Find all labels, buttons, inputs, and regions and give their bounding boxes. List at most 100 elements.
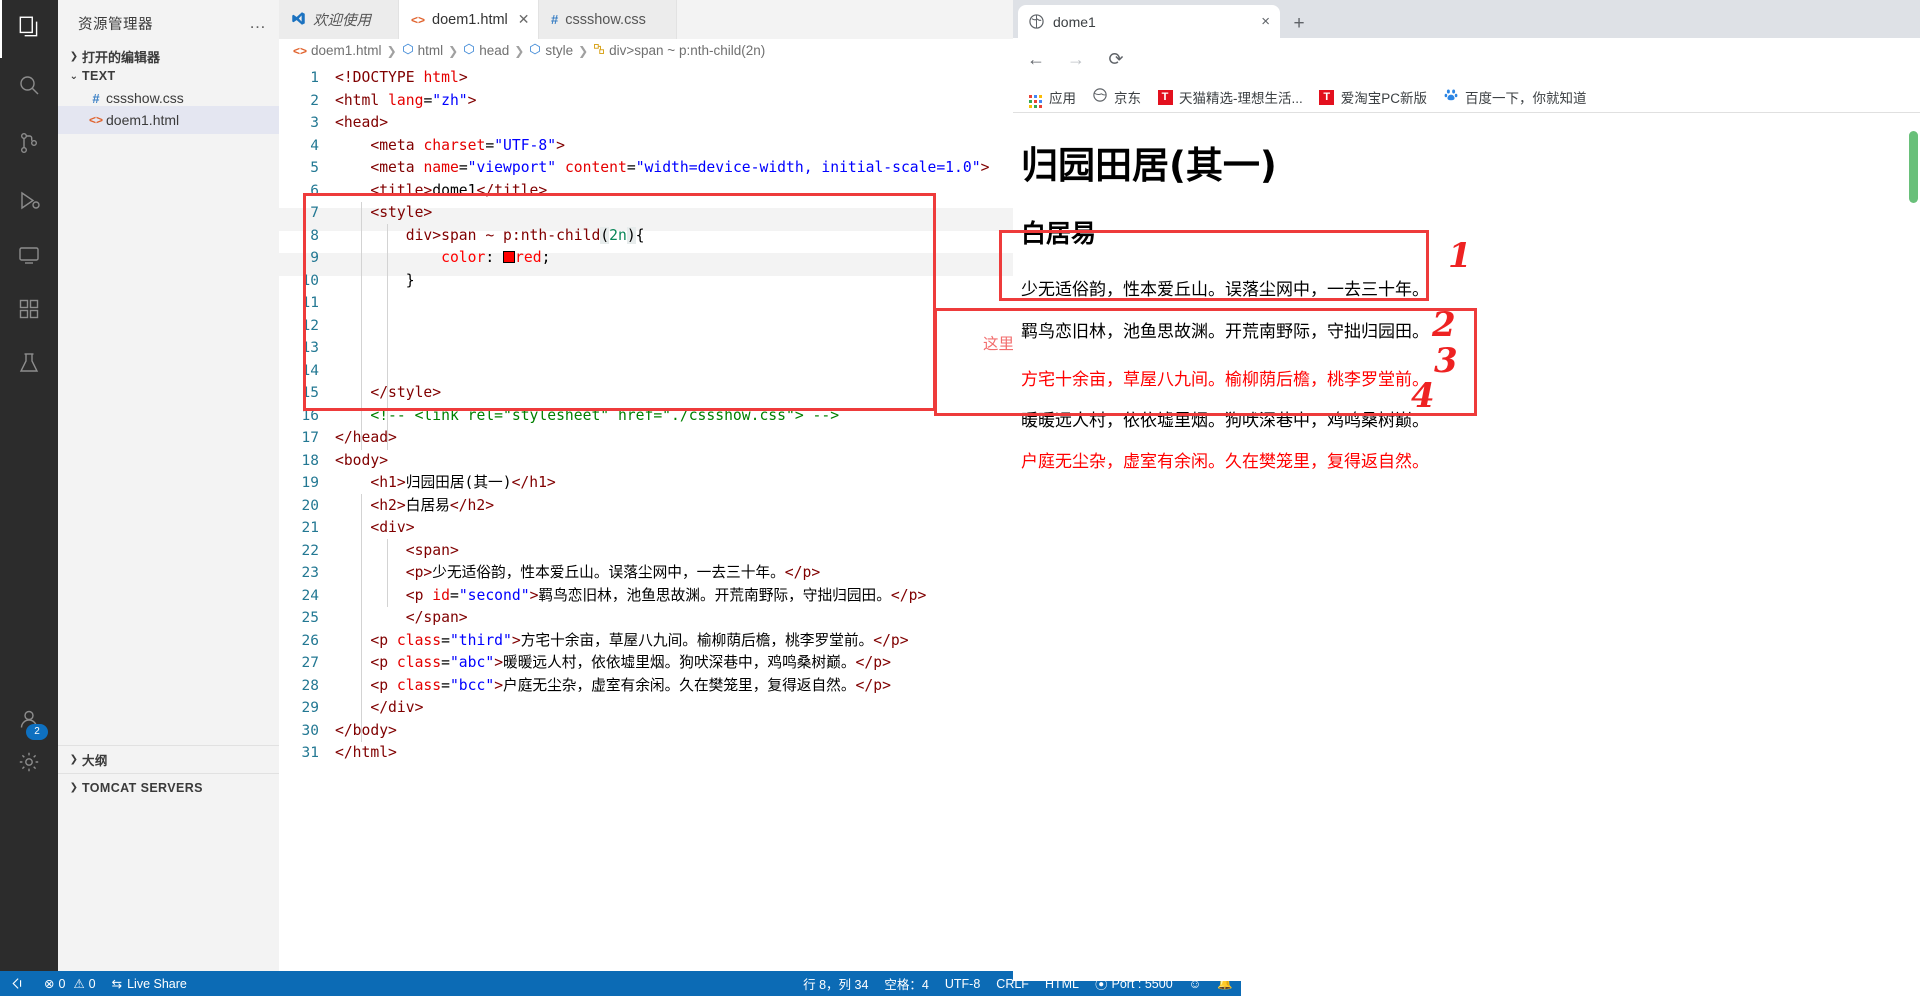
tab-label: 欢迎使用: [313, 9, 371, 30]
explorer-sidebar: 资源管理器 … ❯ 打开的编辑器 ⌄ TEXT # cssshow.css <>…: [58, 0, 280, 996]
breadcrumb-item-4[interactable]: div>span ~ p:nth-child(2n): [593, 43, 765, 58]
search-icon: [17, 73, 41, 102]
bookmark-tmall[interactable]: T 天猫精选-理想生活...: [1157, 87, 1303, 107]
explorer-more-icon[interactable]: …: [249, 18, 267, 28]
status-encoding[interactable]: UTF-8: [937, 971, 988, 996]
browser-tab-dome1[interactable]: dome1 ×: [1018, 5, 1280, 38]
forward-button[interactable]: →: [1059, 43, 1093, 77]
status-live-share-label: Live Share: [127, 977, 187, 991]
taobao-icon: T: [1319, 88, 1335, 105]
bookmark-label: 天猫精选-理想生活...: [1179, 87, 1303, 107]
poem-line-5: 户庭无尘杂，虚室有余闲。久在樊笼里，复得返自然。: [1021, 452, 1920, 473]
activity-bar: 2 ✕: [0, 0, 58, 996]
status-problems[interactable]: ⊗ 0 ⚠ 0: [36, 971, 104, 996]
reload-button[interactable]: ⟳: [1099, 43, 1133, 77]
line-number: 21: [279, 517, 319, 540]
file-item-doem1-html[interactable]: <> doem1.html: [58, 106, 279, 134]
chevron-right-icon: ❯: [66, 782, 82, 793]
close-icon[interactable]: ✕: [518, 11, 530, 28]
activity-bar-search[interactable]: [0, 58, 58, 116]
baidu-icon: [1443, 88, 1459, 105]
bookmark-taobao[interactable]: T 爱淘宝PC新版: [1319, 87, 1427, 107]
status-remote-indicator[interactable]: [0, 971, 36, 996]
breadcrumb-item-2[interactable]: head: [463, 43, 509, 58]
globe-icon: [1092, 88, 1108, 105]
tomcat-panel-header[interactable]: ❯ TOMCAT SERVERS: [58, 773, 279, 801]
code-line-24: <p id="second">羁鸟恋旧林，池鱼思故渊。开荒南野际，守拙归园田。<…: [335, 585, 926, 608]
line-number: 20: [279, 495, 319, 518]
code-line-19: <h1>归园田居(其一)</h1>: [335, 472, 556, 495]
code-line-27: <p class="abc">暖暖远人村，依依墟里烟。狗吠深巷中，鸡鸣桑树巅。<…: [335, 652, 891, 675]
annotation-box-group-1: [999, 230, 1429, 301]
annotation-mark-3: 3: [1434, 341, 1458, 381]
tab-cssshow-css[interactable]: # cssshow.css: [539, 0, 677, 39]
code-line-31: </html>: [335, 742, 397, 765]
source-control-icon: [17, 131, 41, 160]
line-number: 25: [279, 607, 319, 630]
outline-label: 大纲: [82, 750, 108, 769]
status-live-share[interactable]: ⇆ Live Share: [104, 971, 195, 996]
code-line-22: <span>: [335, 540, 459, 563]
annotation-mark-4: 4: [1411, 376, 1435, 416]
status-indentation[interactable]: 空格：4: [876, 971, 936, 996]
breadcrumb-item-3[interactable]: style: [529, 43, 573, 58]
code-line-20: <h2>白居易</h2>: [335, 495, 494, 518]
status-error-count: 0: [58, 977, 65, 991]
remote-explorer-icon: [17, 243, 41, 272]
back-button[interactable]: ←: [1019, 43, 1053, 77]
breadcrumb-item-0[interactable]: <> doem1.html: [293, 43, 382, 58]
tomcat-label: TOMCAT SERVERS: [82, 781, 203, 795]
line-number: 2: [279, 90, 319, 113]
breadcrumb-label: html: [418, 43, 444, 58]
extensions-icon: [17, 297, 41, 326]
scrollbar-thumb[interactable]: [1909, 131, 1918, 203]
line-number: 1: [279, 67, 319, 90]
line-number: 22: [279, 540, 319, 563]
bookmarks-bar: 应用 京东 T 天猫精选-理想生活... T 爱淘宝PC新版: [1013, 81, 1920, 113]
breadcrumb-separator: ❯: [387, 44, 397, 58]
line-number-gutter: 1 2 3 4 5 6 7 8 9 10 11 12 13 14 15 16 1: [279, 62, 327, 778]
bookmark-label: 京东: [1114, 87, 1141, 107]
page-scrollbar[interactable]: [1906, 113, 1920, 981]
chevron-right-icon: ❯: [66, 51, 82, 62]
line-number: 17: [279, 427, 319, 450]
activity-bar-extensions[interactable]: [0, 282, 58, 340]
tab-label: cssshow.css: [565, 12, 646, 28]
code-line-29: </div>: [335, 697, 423, 720]
file-label: doem1.html: [106, 112, 179, 128]
breadcrumb-label: head: [479, 43, 509, 58]
activity-bar-explorer[interactable]: [0, 0, 58, 58]
html-file-icon: <>: [86, 113, 106, 127]
activity-bar-settings[interactable]: [0, 735, 58, 793]
chrome-toolbar: ← → ⟳ ⓘ 127.0.0.1:5500/doem1.html: [1013, 38, 1920, 81]
new-tab-button[interactable]: +: [1285, 10, 1313, 38]
explorer-title: 资源管理器: [78, 13, 153, 34]
breadcrumb-item-1[interactable]: html: [402, 43, 444, 58]
chevron-right-icon: ❯: [66, 754, 82, 765]
tab-doem1-html[interactable]: <> doem1.html ✕: [399, 0, 539, 39]
activity-bar-test[interactable]: [0, 336, 58, 394]
bookmark-jd[interactable]: 京东: [1092, 87, 1141, 107]
close-icon[interactable]: ×: [1261, 13, 1270, 30]
files-icon: [16, 14, 42, 45]
bookmark-apps[interactable]: 应用: [1027, 86, 1076, 108]
line-number: 26: [279, 630, 319, 653]
tab-welcome[interactable]: 欢迎使用: [279, 0, 399, 39]
run-debug-icon: [17, 189, 41, 218]
gear-icon: [17, 750, 41, 779]
symbol-field-icon: [529, 43, 541, 58]
activity-bar-remote-explorer[interactable]: [0, 228, 58, 286]
line-number: 18: [279, 450, 319, 473]
breadcrumb-label: div>span ~ p:nth-child(2n): [609, 43, 765, 58]
code-line-21: <div>: [335, 517, 415, 540]
live-share-icon: ⇆: [112, 976, 122, 991]
apps-grid-icon: [1027, 86, 1043, 108]
bookmark-baidu[interactable]: 百度一下，你就知道: [1443, 87, 1587, 107]
annotation-mark-1: 1: [1448, 236, 1472, 276]
html-file-icon: <>: [411, 13, 425, 27]
outline-panel-header[interactable]: ❯ 大纲: [58, 745, 279, 773]
tmall-icon: T: [1157, 88, 1173, 105]
activity-bar-source-control[interactable]: [0, 116, 58, 174]
activity-bar-run-debug[interactable]: [0, 174, 58, 232]
status-cursor-position[interactable]: 行 8，列 34: [795, 971, 876, 996]
